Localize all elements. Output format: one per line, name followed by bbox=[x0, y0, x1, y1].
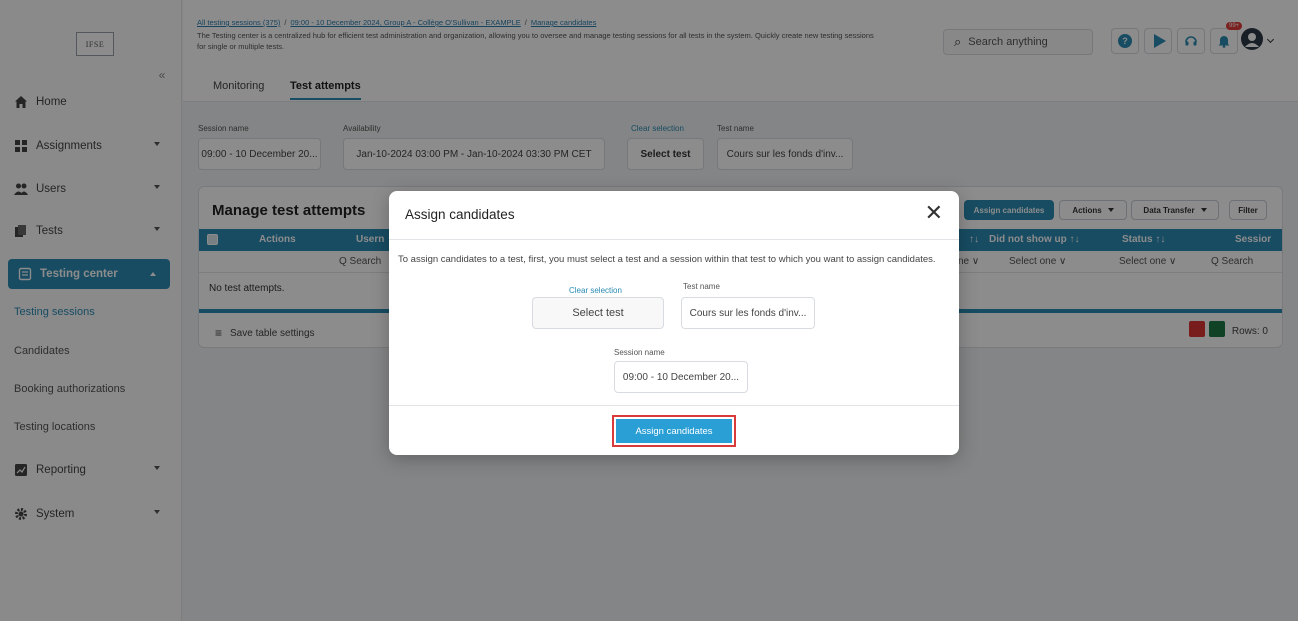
modal-session-name-field[interactable]: 09:00 - 10 December 20... bbox=[614, 361, 748, 393]
close-icon[interactable]: ✕ bbox=[925, 201, 943, 225]
modal-clear-selection-link[interactable]: Clear selection bbox=[569, 286, 622, 295]
assign-candidates-modal: Assign candidates ✕ To assign candidates… bbox=[389, 191, 959, 455]
modal-divider bbox=[389, 239, 959, 240]
modal-test-name-label: Test name bbox=[683, 282, 720, 291]
modal-footer-divider bbox=[389, 405, 959, 406]
modal-title: Assign candidates bbox=[405, 207, 515, 222]
modal-test-name-field[interactable]: Cours sur les fonds d'inv... bbox=[681, 297, 815, 329]
assign-candidates-confirm-label: Assign candidates bbox=[616, 419, 732, 443]
modal-select-test-button[interactable]: Select test bbox=[532, 297, 664, 329]
assign-candidates-confirm-button[interactable]: Assign candidates bbox=[612, 415, 736, 447]
modal-session-name-label: Session name bbox=[614, 348, 665, 357]
modal-description: To assign candidates to a test, first, y… bbox=[398, 254, 936, 265]
